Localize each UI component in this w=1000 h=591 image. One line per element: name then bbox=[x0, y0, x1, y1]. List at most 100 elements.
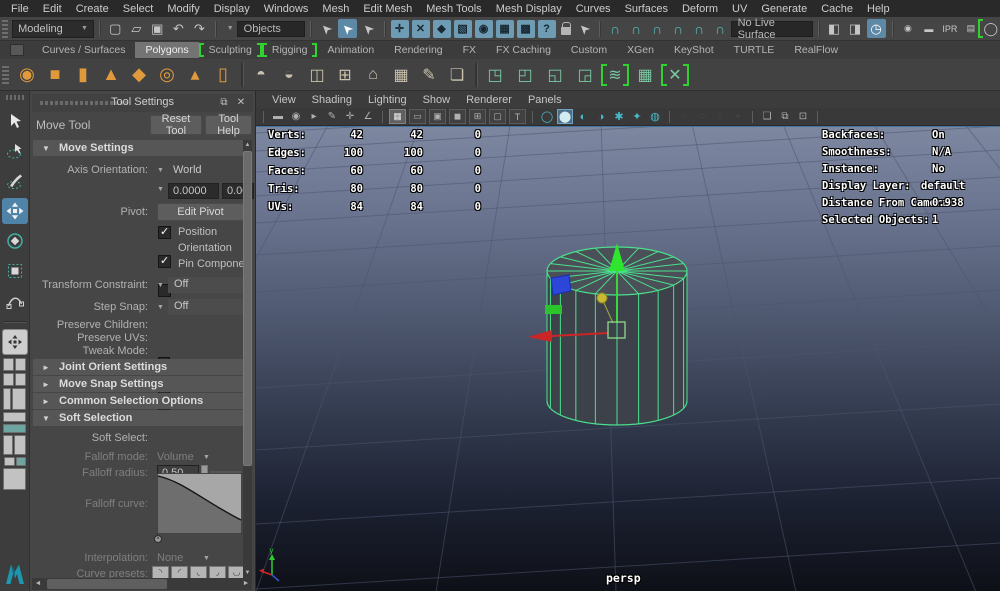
planar-map-icon[interactable]: ◳ bbox=[482, 62, 508, 88]
image-plane-icon[interactable]: ✎ bbox=[324, 109, 340, 124]
multi-cut-icon[interactable]: ✎ bbox=[416, 62, 442, 88]
select-hierarchy-icon[interactable]: ➤ bbox=[317, 19, 336, 38]
shelf-tab[interactable]: Polygons bbox=[135, 42, 198, 58]
option-menu-arrow-icon[interactable]: ▼ bbox=[157, 167, 164, 174]
scale-tool[interactable] bbox=[2, 258, 28, 284]
shelf-tab[interactable]: Rigging bbox=[262, 42, 318, 58]
menu-item[interactable]: Cache bbox=[814, 3, 860, 15]
xray-icon[interactable]: ⧉ bbox=[777, 109, 793, 124]
view-transform-icon[interactable]: ◌ bbox=[712, 109, 728, 124]
last-tool-button[interactable] bbox=[2, 329, 28, 355]
automatic-map-icon[interactable]: ◲ bbox=[572, 62, 598, 88]
shelf-tab[interactable]: Rendering bbox=[384, 42, 452, 58]
select-camera-icon[interactable]: ▬ bbox=[270, 109, 286, 124]
undo-icon[interactable]: ↶ bbox=[169, 19, 188, 38]
objects-filter-field[interactable]: Objects bbox=[237, 21, 305, 37]
option-menu-arrow-icon[interactable]: ▼ bbox=[157, 282, 164, 289]
greyscale-icon[interactable]: ▫ bbox=[730, 109, 746, 124]
combine-icon[interactable]: ◓ bbox=[248, 62, 274, 88]
grid-toggle-icon[interactable]: ▦ bbox=[389, 109, 406, 124]
option-menu-arrow-icon[interactable]: ▼ bbox=[203, 454, 210, 461]
reset-tool-button[interactable]: Reset Tool bbox=[150, 115, 202, 135]
menu-item[interactable]: Generate bbox=[754, 3, 814, 15]
section-soft-selection[interactable]: ▼ Soft Selection bbox=[33, 410, 244, 426]
menu-item[interactable]: Create bbox=[69, 3, 116, 15]
manipulator-view-handle[interactable] bbox=[597, 293, 607, 303]
redo-icon[interactable]: ↷ bbox=[190, 19, 209, 38]
bookmark-icon[interactable]: ▸ bbox=[306, 109, 322, 124]
grease-pencil-icon[interactable]: ∠ bbox=[360, 109, 376, 124]
transform-constraint-value[interactable]: Off bbox=[168, 277, 244, 293]
cut-sew-icon[interactable]: ✕ bbox=[662, 62, 688, 88]
make-live-icon[interactable]: ∩ bbox=[711, 19, 730, 38]
viewport-menu-item[interactable]: Renderer bbox=[458, 94, 520, 106]
viewport-canvas[interactable]: Verts:42420 Edges:1001000 Faces:60600 Tr… bbox=[256, 126, 1000, 591]
viewport-menu-item[interactable]: Lighting bbox=[360, 94, 415, 106]
separate-icon[interactable]: ◒ bbox=[276, 62, 302, 88]
menu-item[interactable]: Curves bbox=[569, 3, 618, 15]
menu-item[interactable]: Modify bbox=[160, 3, 206, 15]
viewport-settings-icon[interactable]: ⊡ bbox=[795, 109, 811, 124]
poly-pipe-icon[interactable]: ▯ bbox=[210, 62, 236, 88]
interpolation-value[interactable]: None bbox=[157, 552, 183, 564]
shelf-tab[interactable]: KeyShot bbox=[664, 42, 724, 58]
section-joint-orient-settings[interactable]: ► Joint Orient Settings bbox=[33, 359, 244, 375]
coord-x-field[interactable]: 0.0000 bbox=[168, 183, 219, 199]
snap-help-icon[interactable]: ? bbox=[538, 20, 556, 38]
snap-symmetry-icon[interactable]: ▧ bbox=[454, 20, 472, 38]
gamma-icon[interactable]: ◌ bbox=[694, 109, 710, 124]
snap-reflection-icon[interactable]: ▦ bbox=[496, 20, 514, 38]
rotate-tool[interactable] bbox=[2, 228, 28, 254]
reduce-icon[interactable]: ▦ bbox=[388, 62, 414, 88]
snap-rotate-icon[interactable]: ✕ bbox=[412, 20, 430, 38]
input-connections-icon[interactable]: ◧ bbox=[825, 19, 844, 38]
safe-title-icon[interactable]: T bbox=[509, 109, 526, 124]
menu-item[interactable]: Help bbox=[860, 3, 897, 15]
curve-edit-tool[interactable] bbox=[2, 288, 28, 314]
snap-projected-center-icon[interactable]: ∩ bbox=[669, 19, 688, 38]
layout-outliner-persp-button[interactable] bbox=[3, 388, 26, 410]
section-move-settings[interactable]: ▼ Move Settings bbox=[33, 140, 244, 156]
paint-select-tool[interactable] bbox=[2, 168, 28, 194]
layout-four-pane-button[interactable] bbox=[3, 435, 26, 455]
ipr-render-icon[interactable]: IPR bbox=[940, 19, 959, 38]
menu-item[interactable]: UV bbox=[725, 3, 754, 15]
smooth-icon[interactable]: ⌂ bbox=[360, 62, 386, 88]
menu-item[interactable]: Mesh Display bbox=[489, 3, 569, 15]
open-scene-icon[interactable]: ▱ bbox=[127, 19, 146, 38]
snap-settings-icon[interactable]: ▩ bbox=[517, 20, 535, 38]
viewport-menu-item[interactable]: Show bbox=[415, 94, 459, 106]
render-view-icon[interactable]: ◉ bbox=[898, 19, 917, 38]
quad-draw-icon[interactable]: ❏ bbox=[444, 62, 470, 88]
scroll-right-icon[interactable]: ► bbox=[240, 578, 252, 590]
field-chart-icon[interactable]: ⊞ bbox=[469, 109, 486, 124]
select-component-icon[interactable]: ➤ bbox=[359, 19, 378, 38]
axis-orientation-value[interactable]: World bbox=[173, 164, 202, 176]
curve-key-marker[interactable]: × bbox=[154, 535, 162, 543]
mirror-icon[interactable]: ◫ bbox=[304, 62, 330, 88]
menu-item[interactable]: Surfaces bbox=[618, 3, 675, 15]
highlight-selection-icon[interactable]: ➤ bbox=[576, 19, 593, 38]
option-menu-arrow-icon[interactable]: ▼ bbox=[157, 186, 164, 193]
layout-persp-graph-button[interactable] bbox=[3, 412, 26, 422]
cylindrical-map-icon[interactable]: ◰ bbox=[512, 62, 538, 88]
snap-move-icon[interactable]: ✛ bbox=[391, 20, 409, 38]
menu-item[interactable]: Mesh bbox=[315, 3, 356, 15]
shelf-tab[interactable]: Custom bbox=[561, 42, 617, 58]
manipulator-plane-handle[interactable] bbox=[545, 305, 562, 314]
position-checkbox[interactable]: ✓ bbox=[158, 226, 171, 239]
lock-camera-icon[interactable]: ◉ bbox=[288, 109, 304, 124]
snap-point-icon[interactable]: ∩ bbox=[648, 19, 667, 38]
construction-history-icon[interactable]: ◷ bbox=[867, 19, 886, 38]
toolbox-grip[interactable] bbox=[6, 95, 24, 100]
shelf-tab[interactable]: Animation bbox=[317, 42, 384, 58]
2d-pan-zoom-icon[interactable]: ✛ bbox=[342, 109, 358, 124]
move-tool[interactable] bbox=[2, 198, 28, 224]
spherical-map-icon[interactable]: ◱ bbox=[542, 62, 568, 88]
tool-help-button[interactable]: Tool Help bbox=[205, 115, 252, 135]
new-scene-icon[interactable]: ▢ bbox=[106, 19, 125, 38]
vertical-scrollbar[interactable]: ▲ ▼ bbox=[243, 140, 252, 578]
section-common-selection-options[interactable]: ► Common Selection Options bbox=[33, 393, 244, 409]
snap-view-plane-icon[interactable]: ∩ bbox=[690, 19, 709, 38]
shelf-tab[interactable]: Curves / Surfaces bbox=[32, 42, 135, 58]
